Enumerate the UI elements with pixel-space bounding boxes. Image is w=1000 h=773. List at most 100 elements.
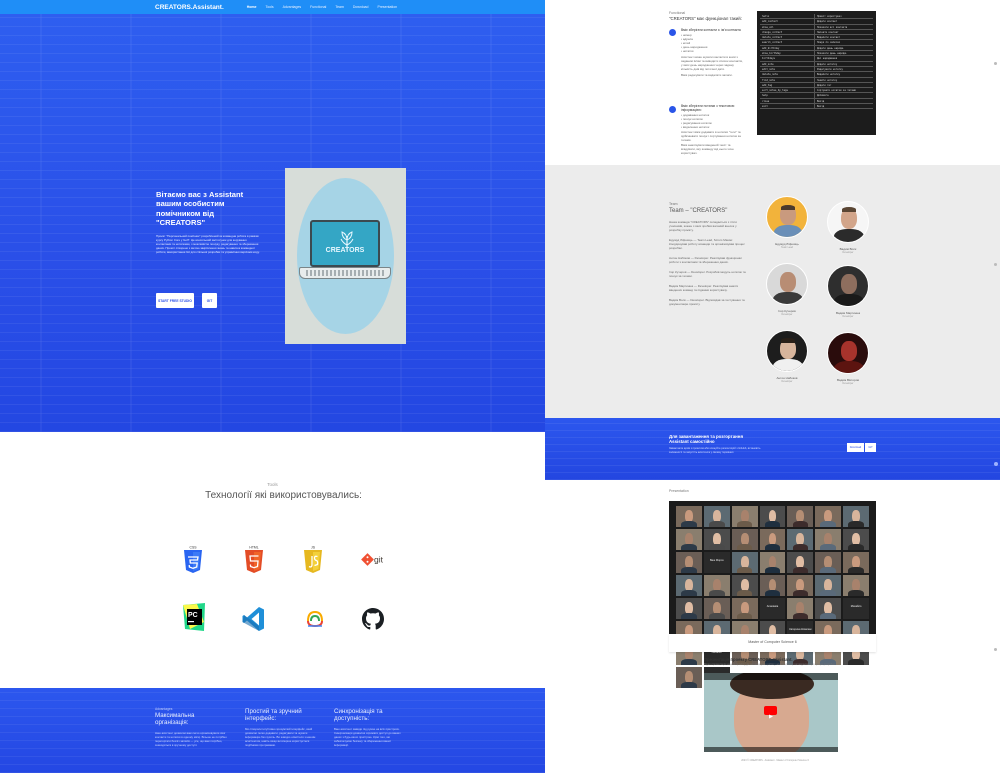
call-participant-tile [731, 598, 758, 619]
participant-body [792, 589, 809, 596]
call-participant-tile [843, 575, 869, 596]
participant-name: Михайло [850, 605, 862, 608]
tools-section [0, 432, 545, 688]
participant-body [681, 658, 697, 665]
avatar [766, 263, 808, 305]
participant-body [709, 612, 725, 619]
participant-body [820, 612, 836, 619]
participant-body [681, 566, 697, 573]
nav-link-advantages[interactable]: Advantages [283, 5, 302, 9]
feature-title: Синхронізація та доступність: [334, 708, 383, 722]
call-participant-tile [703, 529, 730, 550]
contacts-feature-text: Вміє редагувати та видаляти записи. [681, 73, 733, 78]
presentation-video[interactable] [704, 673, 838, 752]
feature-sync: Синхронізація та доступність: Ваш асисте… [334, 707, 406, 747]
youtube-play-icon[interactable] [764, 706, 777, 719]
nav-link-team[interactable]: Team [335, 5, 344, 9]
presentation-overline: Presentation [669, 489, 689, 493]
nav-link-download[interactable]: Download [353, 5, 369, 9]
participant-body [764, 589, 781, 596]
call-participant-tile [703, 598, 730, 619]
call-participant-tile: Михайло [843, 598, 869, 619]
call-participant-tile: Ваш Мороз [703, 552, 730, 573]
command-row: exit Вихід [760, 104, 873, 110]
avatar [827, 332, 869, 374]
git-download-button[interactable]: GIT [865, 443, 876, 452]
team-intro: Наша команда "CREATORS" складається з п'… [669, 220, 737, 232]
tools-title: Технології які використовувались: [205, 490, 362, 501]
call-participant-tile [676, 667, 702, 688]
call-participant-tile [787, 529, 814, 550]
call-participant-tile [815, 552, 842, 573]
pycharm-icon: PC [181, 602, 207, 632]
start-button[interactable]: START FREE STUDIO [156, 293, 194, 308]
laptop-screen: CREATORS [310, 220, 380, 267]
notes-icon [669, 106, 676, 113]
participant-body [736, 589, 753, 596]
nav-link-presentation[interactable]: Presentation [377, 5, 397, 9]
participant-body [848, 589, 864, 596]
svg-text:PC: PC [188, 612, 198, 619]
photo-caption: Master of Computer Science 6 [748, 640, 797, 644]
contacts-feature-title: Вміє зберігати контакти з: ім'я контакта [681, 28, 741, 32]
feature-tag: Advantages [155, 707, 173, 711]
call-participant-tile [787, 598, 814, 619]
team-call-photo: Ваш Мороз Anastasia Михайло Катерина Ковалю… [669, 501, 876, 688]
scroll-marker[interactable] [994, 62, 997, 65]
call-participant-tile [787, 552, 814, 573]
download-text: Завантажте архів з проєктом або клонуйте… [669, 447, 761, 454]
hero-title: Вітаємо вас з Assistant вашим особистим … [156, 190, 244, 228]
scroll-marker[interactable] [994, 263, 997, 266]
scroll-marker[interactable] [994, 648, 997, 651]
participant-body [736, 543, 753, 550]
member-role: Developer [842, 251, 854, 254]
advantages-section: Advantages Максимальна організація: Наш … [0, 688, 545, 773]
scroll-marker[interactable] [994, 462, 998, 466]
avatar [766, 330, 808, 372]
hero-illustration: CREATORS [285, 168, 406, 344]
call-participant-tile [759, 506, 786, 527]
hero-buttons: START FREE STUDIO GIT [156, 293, 217, 308]
nav-link-functional[interactable]: Functional [310, 5, 326, 9]
feature-title: Простий та зручний інтерфейс: [245, 708, 302, 722]
nav-link-home[interactable]: Home [247, 5, 257, 9]
nav-link-tools[interactable]: Tools [265, 5, 273, 9]
participant-body [848, 543, 864, 550]
contacts-icon [669, 29, 676, 36]
feature-interface: Простий та зручний інтерфейс: Ми створил… [245, 707, 317, 747]
participant-body [764, 566, 781, 573]
participant-body [764, 543, 781, 550]
call-participant-tile: Anastasia [759, 598, 786, 619]
download-button[interactable]: Download [847, 443, 864, 452]
call-participant-tile [815, 529, 842, 550]
team-bio: Едуард Ліфшиць — Team Lead, Scrum Master… [669, 238, 745, 250]
video-controls[interactable] [704, 747, 838, 752]
call-participant-tile [676, 575, 702, 596]
call-participant-tile [676, 552, 702, 573]
git-button[interactable]: GIT [202, 293, 217, 308]
participant-name: Anastasia [766, 605, 779, 608]
download-section: Для завантаження та розгортання Assistan… [545, 418, 1000, 480]
hero-text-block: Вітаємо вас з Assistant вашим особистим … [156, 190, 260, 254]
participant-body [736, 520, 753, 527]
call-participant-tile [787, 575, 814, 596]
feature-text: Ми створили інтуїтивно зрозумілий інтерф… [245, 727, 316, 747]
participant-body [820, 589, 836, 596]
commands-table: hello Привіт користувач add_contact Додати… [757, 11, 876, 135]
team-bio: Ігор Кучеров — Developer. Розробив модул… [669, 270, 746, 278]
call-participant-tile [843, 529, 869, 550]
call-participant-tile [759, 575, 786, 596]
brand-logo[interactable]: CREATORS.Assistant. [155, 4, 224, 11]
call-participant-tile [759, 552, 786, 573]
js-icon: JS [300, 545, 326, 575]
css-label: CSS [190, 546, 198, 550]
feature-text: Наш асистент дозволяє вам легко організо… [155, 731, 227, 747]
laptop-keyboard [299, 267, 391, 279]
call-participant-tile [815, 575, 842, 596]
participant-body [792, 566, 809, 573]
team-bios: Наша команда "CREATORS" складається з п'… [669, 220, 749, 306]
member-role: Developer [842, 315, 854, 318]
participant-body [736, 566, 753, 573]
team-bio: Антон Набоков — Developer. Реалізував фу… [669, 256, 742, 264]
participant-body [681, 543, 697, 550]
